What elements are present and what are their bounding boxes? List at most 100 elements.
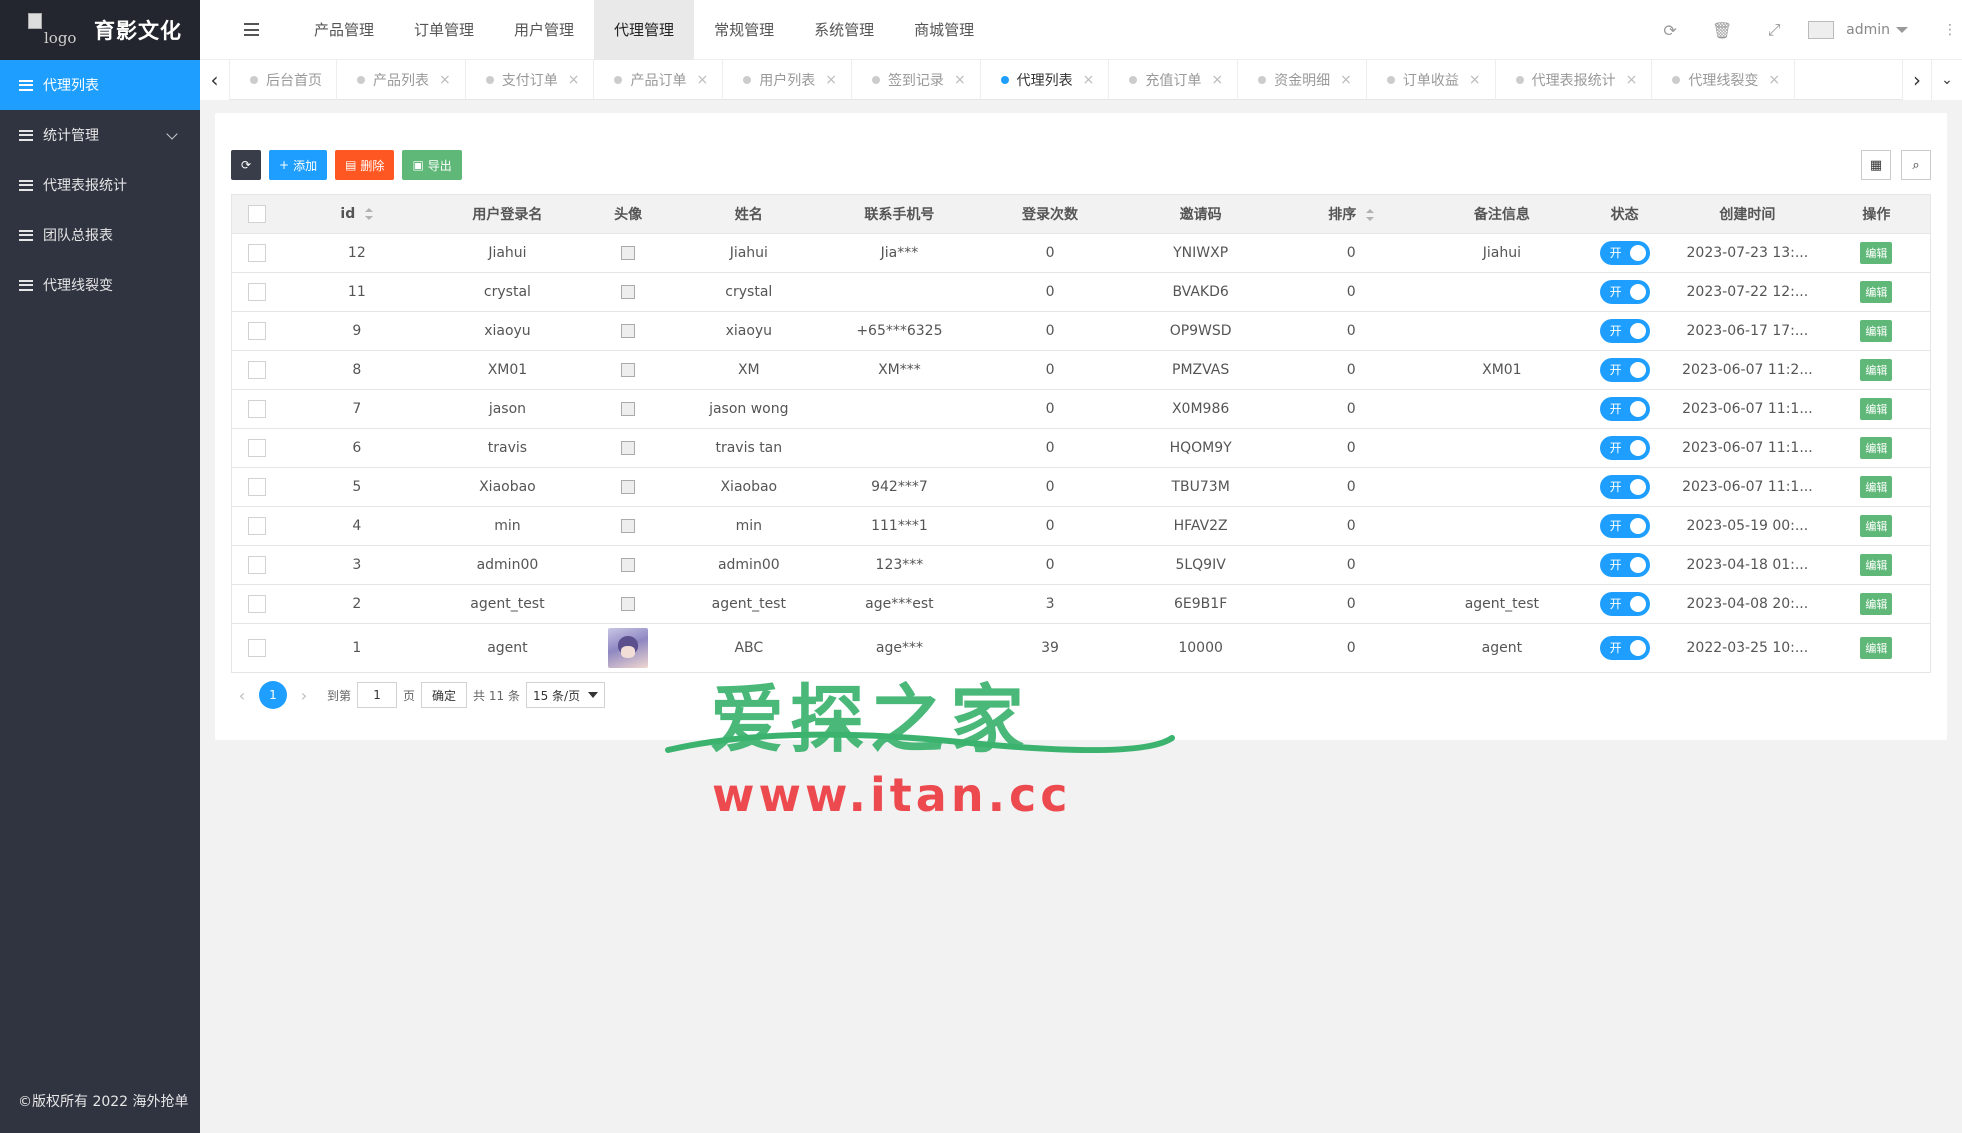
close-icon[interactable]: × bbox=[696, 72, 708, 88]
current-page-button[interactable]: 1 bbox=[259, 681, 287, 709]
row-checkbox[interactable] bbox=[247, 438, 266, 457]
edit-button[interactable]: 编辑 bbox=[1860, 514, 1893, 537]
close-icon[interactable]: × bbox=[1211, 72, 1223, 88]
sidebar-item-label: 代理线裂变 bbox=[43, 278, 113, 294]
row-checkbox[interactable] bbox=[247, 555, 266, 574]
status-toggle[interactable]: 开 bbox=[1599, 635, 1650, 660]
status-toggle[interactable]: 开 bbox=[1599, 357, 1650, 382]
user-menu[interactable]: admin bbox=[1808, 21, 1908, 39]
column-header[interactable]: 排序 bbox=[1275, 195, 1427, 234]
export-button[interactable]: ▣ 导出 bbox=[402, 150, 462, 180]
top-nav-item[interactable]: 用户管理 bbox=[494, 0, 594, 60]
tab[interactable]: 充值订单 × bbox=[1109, 60, 1239, 100]
tab[interactable]: 代理线裂变 × bbox=[1652, 60, 1796, 100]
top-nav-item[interactable]: 订单管理 bbox=[394, 0, 494, 60]
status-toggle[interactable]: 开 bbox=[1599, 279, 1650, 304]
tab[interactable]: 用户列表 × bbox=[723, 60, 852, 100]
close-icon[interactable]: × bbox=[1469, 72, 1481, 88]
status-toggle[interactable]: 开 bbox=[1599, 318, 1650, 343]
sidebar-item[interactable]: 团队总报表 bbox=[0, 210, 200, 260]
edit-button[interactable]: 编辑 bbox=[1860, 436, 1893, 459]
status-toggle[interactable]: 开 bbox=[1599, 240, 1650, 265]
tab[interactable]: 支付订单 × bbox=[466, 60, 595, 100]
sidebar-item[interactable]: 代理表报统计 bbox=[0, 160, 200, 210]
select-all-checkbox[interactable] bbox=[247, 204, 266, 223]
close-icon[interactable]: × bbox=[1340, 72, 1352, 88]
cell-sort: 0 bbox=[1275, 584, 1427, 624]
more-vertical-icon[interactable]: ⋮ bbox=[1938, 22, 1962, 38]
row-checkbox[interactable] bbox=[247, 594, 266, 613]
prev-page-button[interactable]: ‹ bbox=[231, 686, 253, 705]
close-icon[interactable]: × bbox=[1083, 72, 1095, 88]
close-icon[interactable]: × bbox=[954, 72, 966, 88]
tab[interactable]: 代理表报统计 × bbox=[1496, 60, 1653, 100]
close-icon[interactable]: × bbox=[439, 72, 451, 88]
sidebar-item[interactable]: 代理列表 bbox=[0, 60, 200, 110]
row-checkbox[interactable] bbox=[247, 243, 266, 262]
status-cell: 开 bbox=[1577, 506, 1673, 546]
goto-page-input[interactable] bbox=[357, 682, 398, 708]
page-size-select[interactable]: 15 条/页 bbox=[525, 682, 606, 708]
tab[interactable]: 订单收益 × bbox=[1367, 60, 1496, 100]
close-icon[interactable]: × bbox=[1626, 72, 1638, 88]
edit-button[interactable]: 编辑 bbox=[1860, 280, 1893, 303]
status-toggle[interactable]: 开 bbox=[1599, 591, 1650, 616]
edit-button[interactable]: 编辑 bbox=[1860, 636, 1893, 659]
top-nav-item[interactable]: 系统管理 bbox=[794, 0, 894, 60]
row-checkbox[interactable] bbox=[247, 516, 266, 535]
row-checkbox[interactable] bbox=[247, 477, 266, 496]
edit-button[interactable]: 编辑 bbox=[1860, 319, 1893, 342]
sort-icon[interactable] bbox=[365, 207, 374, 220]
next-page-button[interactable]: › bbox=[293, 686, 315, 705]
status-toggle[interactable]: 开 bbox=[1599, 513, 1650, 538]
cell-name: agent_test bbox=[673, 584, 825, 624]
goto-confirm-button[interactable]: 确定 bbox=[421, 682, 468, 708]
refresh-icon[interactable]: ⟳ bbox=[1644, 0, 1696, 60]
close-icon[interactable]: × bbox=[568, 72, 580, 88]
edit-button[interactable]: 编辑 bbox=[1860, 241, 1893, 264]
columns-icon[interactable]: ▦ bbox=[1861, 150, 1891, 180]
top-nav-item[interactable]: 产品管理 bbox=[294, 0, 394, 60]
search-icon[interactable]: ⌕ bbox=[1901, 150, 1931, 180]
sort-icon[interactable] bbox=[1366, 208, 1375, 221]
row-select-cell bbox=[232, 467, 282, 507]
tab[interactable]: 产品列表 × bbox=[337, 60, 466, 100]
tab[interactable]: 代理列表 × bbox=[981, 60, 1110, 100]
tabs-scroll-left-button[interactable]: ‹ bbox=[200, 60, 230, 100]
row-checkbox[interactable] bbox=[247, 360, 266, 379]
tabs-menu-button[interactable]: ⌄ bbox=[1932, 60, 1962, 100]
sidebar-item[interactable]: 代理线裂变 bbox=[0, 260, 200, 310]
column-header[interactable]: id bbox=[281, 195, 433, 234]
fullscreen-icon[interactable]: ⤢ bbox=[1748, 0, 1800, 60]
edit-button[interactable]: 编辑 bbox=[1860, 358, 1893, 381]
tabs-scroll-right-button[interactable]: › bbox=[1902, 60, 1932, 100]
edit-button[interactable]: 编辑 bbox=[1860, 553, 1893, 576]
top-nav-item[interactable]: 常规管理 bbox=[694, 0, 794, 60]
top-nav-item[interactable]: 代理管理 bbox=[594, 0, 695, 60]
delete-button[interactable]: ▤ 删除 bbox=[335, 150, 395, 180]
row-checkbox[interactable] bbox=[247, 282, 266, 301]
close-icon[interactable]: × bbox=[1768, 72, 1780, 88]
menu-toggle-icon[interactable] bbox=[244, 23, 259, 36]
top-nav-item[interactable]: 商城管理 bbox=[894, 0, 994, 60]
tab[interactable]: 后台首页 bbox=[230, 60, 337, 100]
trash-icon[interactable]: 🗑 bbox=[1696, 0, 1748, 60]
cell-login: agent bbox=[487, 639, 528, 656]
status-toggle[interactable]: 开 bbox=[1599, 474, 1650, 499]
sidebar-item[interactable]: 统计管理 bbox=[0, 110, 200, 160]
close-icon[interactable]: × bbox=[825, 72, 837, 88]
status-toggle[interactable]: 开 bbox=[1599, 552, 1650, 577]
status-toggle[interactable]: 开 bbox=[1599, 435, 1650, 460]
row-checkbox[interactable] bbox=[247, 399, 266, 418]
reload-button[interactable]: ⟳ bbox=[231, 150, 261, 180]
edit-button[interactable]: 编辑 bbox=[1860, 397, 1893, 420]
status-toggle[interactable]: 开 bbox=[1599, 396, 1650, 421]
tab[interactable]: 签到记录 × bbox=[852, 60, 981, 100]
row-checkbox[interactable] bbox=[247, 321, 266, 340]
tab[interactable]: 资金明细 × bbox=[1238, 60, 1367, 100]
edit-button[interactable]: 编辑 bbox=[1860, 475, 1893, 498]
tab[interactable]: 产品订单 × bbox=[594, 60, 724, 100]
edit-button[interactable]: 编辑 bbox=[1860, 592, 1893, 615]
row-checkbox[interactable] bbox=[247, 638, 266, 657]
add-button[interactable]: + 添加 bbox=[269, 150, 328, 180]
